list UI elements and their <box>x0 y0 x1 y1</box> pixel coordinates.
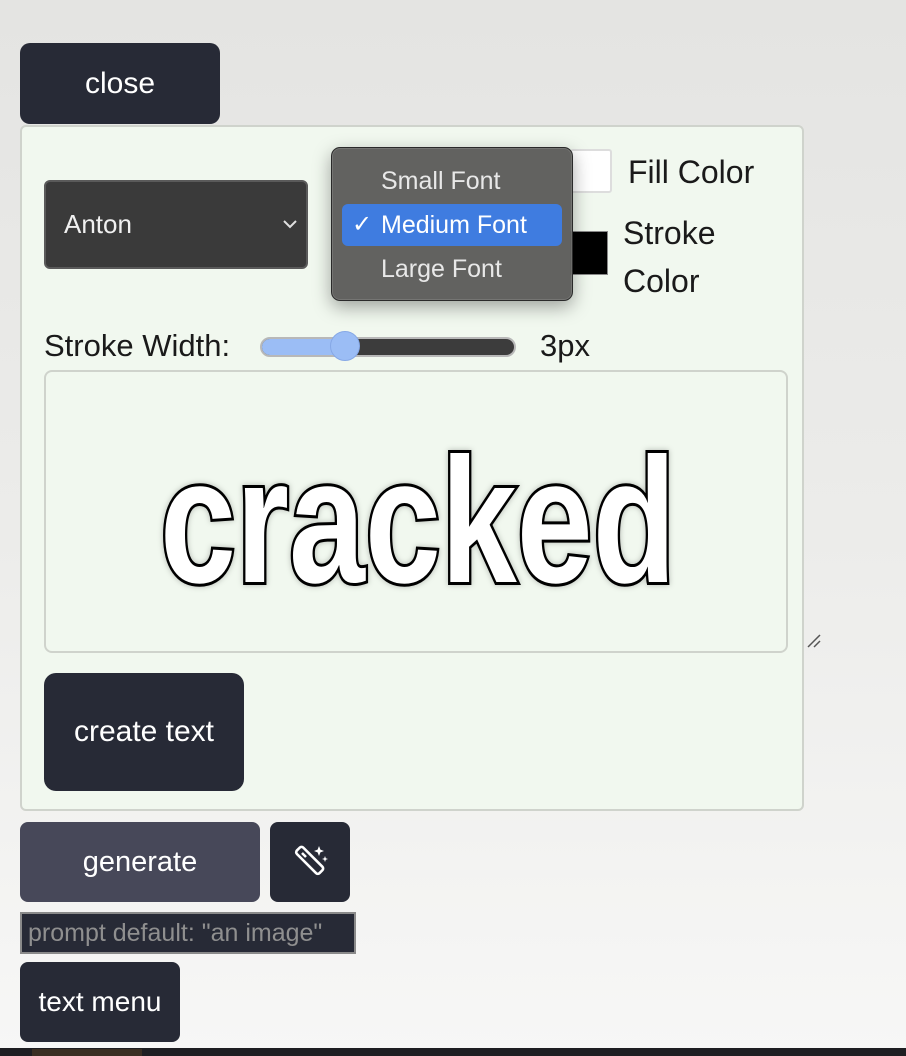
stroke-width-slider[interactable] <box>260 331 516 361</box>
chevron-down-icon <box>283 220 297 229</box>
font-size-option-label: Small Font <box>381 167 501 195</box>
magic-wand-icon <box>294 845 328 876</box>
text-preview-area[interactable]: cracked <box>44 370 788 653</box>
create-text-button[interactable]: create text <box>44 673 244 791</box>
magic-wand-button[interactable] <box>270 822 350 902</box>
font-family-select[interactable]: Anton <box>44 180 308 269</box>
bottom-edge-mark <box>32 1049 142 1056</box>
resize-handle-icon[interactable] <box>805 632 823 650</box>
text-menu-button[interactable]: text menu <box>20 962 180 1042</box>
stroke-width-slider-thumb[interactable] <box>330 331 361 361</box>
close-button[interactable]: close <box>20 43 220 124</box>
stroke-width-value: 3px <box>540 328 590 363</box>
font-size-dropdown[interactable]: Small Font ✓ Medium Font Large Font <box>331 147 573 301</box>
stroke-color-swatch[interactable] <box>570 231 608 275</box>
font-family-value: Anton <box>64 209 132 239</box>
fill-color-label: Fill Color <box>628 154 755 190</box>
font-size-option-label: Medium Font <box>381 211 527 239</box>
fill-color-swatch[interactable] <box>570 149 612 193</box>
prompt-input[interactable] <box>20 912 356 954</box>
preview-text: cracked <box>160 421 676 620</box>
font-size-option-large[interactable]: Large Font <box>342 248 562 290</box>
font-size-option-small[interactable]: Small Font <box>342 160 562 202</box>
checkmark-icon: ✓ <box>352 211 373 238</box>
stroke-width-label: Stroke Width: <box>44 328 231 363</box>
preview-text-graphic: cracked <box>157 418 679 623</box>
font-size-option-medium[interactable]: ✓ Medium Font <box>342 204 562 246</box>
stroke-color-label: Stroke Color <box>623 215 716 299</box>
generate-button[interactable]: generate <box>20 822 260 902</box>
font-size-option-label: Large Font <box>381 255 502 283</box>
